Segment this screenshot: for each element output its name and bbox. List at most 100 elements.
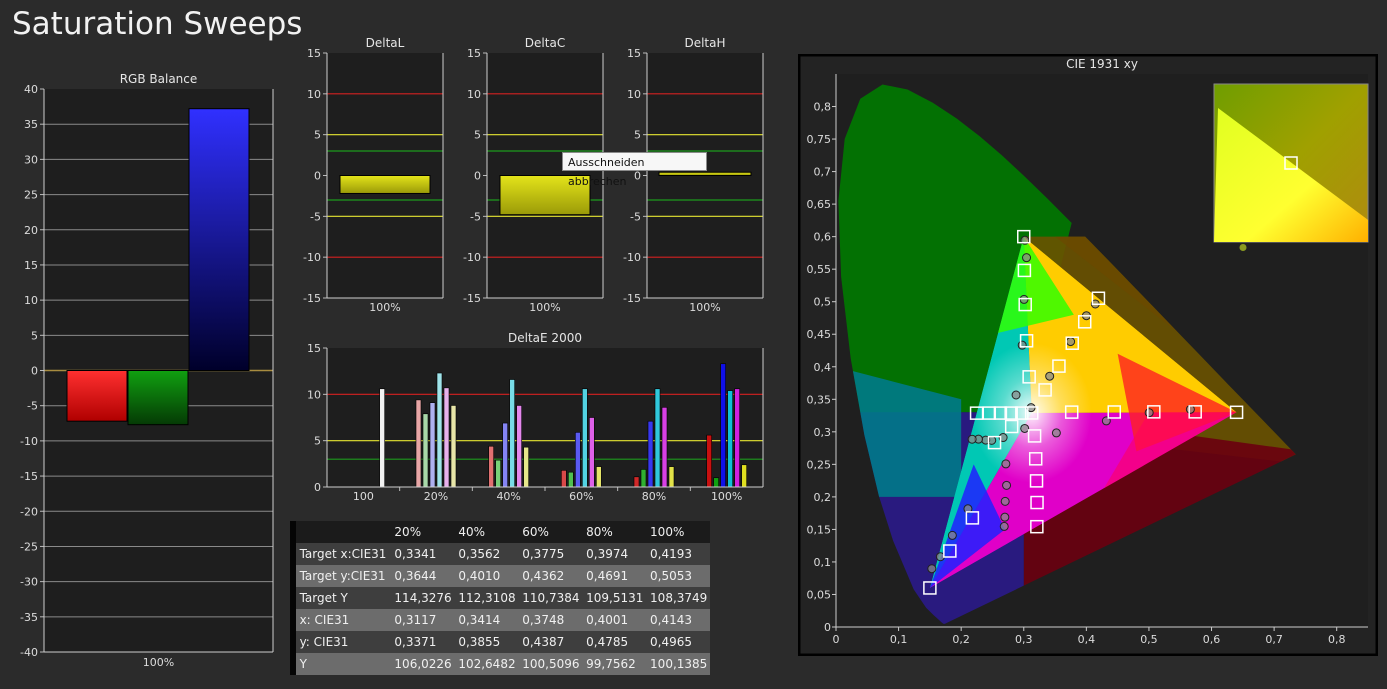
deltae-bar	[706, 434, 712, 488]
y-tick-label: 5	[314, 435, 321, 448]
deltae-bar	[713, 477, 719, 488]
deltae-bar	[422, 413, 429, 488]
y-tick-label: -30	[20, 576, 38, 589]
bar-r	[66, 370, 128, 422]
measured-point	[1019, 294, 1029, 304]
table-cell: 102,6482	[454, 653, 519, 675]
table-cell: 0,4193	[646, 543, 710, 565]
y-tick-label: 5	[31, 329, 38, 342]
x-category-label: 40%	[496, 490, 520, 503]
x-category-label: 100%	[369, 301, 400, 314]
y-tick-label: 5	[474, 129, 481, 142]
deltae-bar	[720, 363, 726, 488]
x-category-label: 100%	[143, 656, 174, 669]
table-cell: 110,7384	[518, 587, 583, 609]
bar-delta	[658, 171, 752, 177]
deltae-bar	[443, 387, 450, 488]
measured-point	[1022, 253, 1032, 263]
table-row: Target x:CIE31 0,3341 0,3562 0,3775 0,3974 0,…	[290, 543, 710, 565]
deltae-bar	[668, 466, 675, 488]
y-tick-label: 25	[24, 189, 38, 202]
table-row: Y 106,0226 102,6482 100,5096 99,7562 100,1385	[290, 653, 710, 675]
deltae-bar	[379, 388, 385, 488]
y-tick-label: 0	[314, 481, 321, 494]
measured-point	[967, 434, 977, 444]
deltae-bar	[734, 388, 740, 488]
table-cell: 112,3108	[454, 587, 519, 609]
deltae-bar	[575, 432, 581, 488]
y-tick-label: 0,4	[814, 361, 832, 374]
table-row: y: CIE31 0,3371 0,3855 0,4387 0,4785 0,4965	[290, 631, 710, 653]
y-tick-label: 0,3	[814, 426, 832, 439]
y-tick-label: 0,45	[807, 328, 832, 341]
measured-point	[1144, 408, 1154, 418]
x-category-label: 80%	[642, 490, 666, 503]
y-tick-label: -10	[463, 251, 481, 264]
deltae-bar	[589, 417, 595, 488]
y-tick-label: -25	[20, 540, 38, 553]
deltae-bar	[429, 402, 436, 488]
plot-area	[327, 348, 763, 487]
row-label: Y	[295, 653, 391, 675]
y-tick-label: 0,6	[814, 231, 832, 244]
delta-l-chart: 15 10 5 0 -5 -10 -15 DeltaL 100%	[303, 36, 444, 314]
measured-point	[1020, 423, 1030, 433]
measured-point	[1045, 371, 1055, 381]
y-tick-label: 15	[307, 342, 321, 355]
y-tick-label: 0	[314, 170, 321, 183]
y-tick-label: 5	[634, 129, 641, 142]
y-tick-label: -35	[20, 611, 38, 624]
table-cell: 0,4001	[582, 609, 647, 631]
tooltip: Ausschneiden abbrechen	[562, 152, 707, 188]
measured-point	[1011, 390, 1021, 400]
y-tick-label: -5	[470, 210, 481, 223]
bar-delta	[339, 175, 431, 194]
y-tick-label: -10	[623, 251, 641, 264]
row-label: Target x:CIE31	[295, 543, 391, 565]
y-tick-label: -5	[27, 400, 38, 413]
deltae-bar	[516, 405, 522, 488]
table-cell: 0,3414	[454, 609, 519, 631]
y-tick-label: 10	[627, 88, 641, 101]
column-header: 60%	[518, 521, 583, 543]
table-cell: 99,7562	[582, 653, 647, 675]
bar-b	[188, 108, 250, 372]
deltae-bar	[661, 407, 668, 488]
table-row: x: CIE31 0,3117 0,3414 0,3748 0,4001 0,4143	[290, 609, 710, 631]
x-tick-label: 0,2	[952, 633, 970, 646]
table-cell: 0,4387	[518, 631, 583, 653]
deltae-bar	[488, 445, 494, 488]
x-tick-label: 0,1	[890, 633, 908, 646]
measured-point	[1000, 512, 1010, 522]
y-tick-label: -5	[310, 210, 321, 223]
x-tick-label: 0,4	[1078, 633, 1096, 646]
measured-point	[947, 530, 957, 540]
y-tick-label: -15	[303, 292, 321, 305]
cie-1931-chart: 0 0,1 0,2 0,3 0,4 0,5 0,6 0,7 0,8 0 0,05 0,1 0,15 0,2…	[798, 54, 1378, 656]
table-cell: 0,3644	[390, 565, 455, 587]
y-tick-label: -20	[20, 505, 38, 518]
y-tick-label: -15	[20, 470, 38, 483]
y-tick-label: 0,15	[807, 523, 832, 536]
inset-measured-point	[1238, 242, 1248, 252]
y-tick-label: 10	[307, 88, 321, 101]
y-tick-label: 0,55	[807, 263, 832, 276]
y-tick-label: 10	[307, 388, 321, 401]
x-category-label: 100%	[529, 301, 560, 314]
deltae-bar	[582, 388, 588, 488]
deltae-bar	[741, 464, 747, 488]
x-tick-label: 0,7	[1265, 633, 1283, 646]
x-tick-label: 0,6	[1203, 633, 1221, 646]
x-tick-label: 0,5	[1140, 633, 1158, 646]
table-cell: 106,0226	[390, 653, 455, 675]
measured-point	[1001, 459, 1011, 469]
deltae-bar	[633, 476, 640, 488]
y-tick-label: 0,5	[814, 296, 832, 309]
y-tick-label: 0,2	[814, 491, 832, 504]
x-tick-label: 0,3	[1015, 633, 1032, 646]
table-cell: 0,4691	[582, 565, 647, 587]
header-corner	[295, 521, 391, 543]
measured-point	[927, 564, 937, 574]
deltae-bar	[727, 390, 733, 488]
y-tick-label: 0,35	[807, 393, 832, 406]
